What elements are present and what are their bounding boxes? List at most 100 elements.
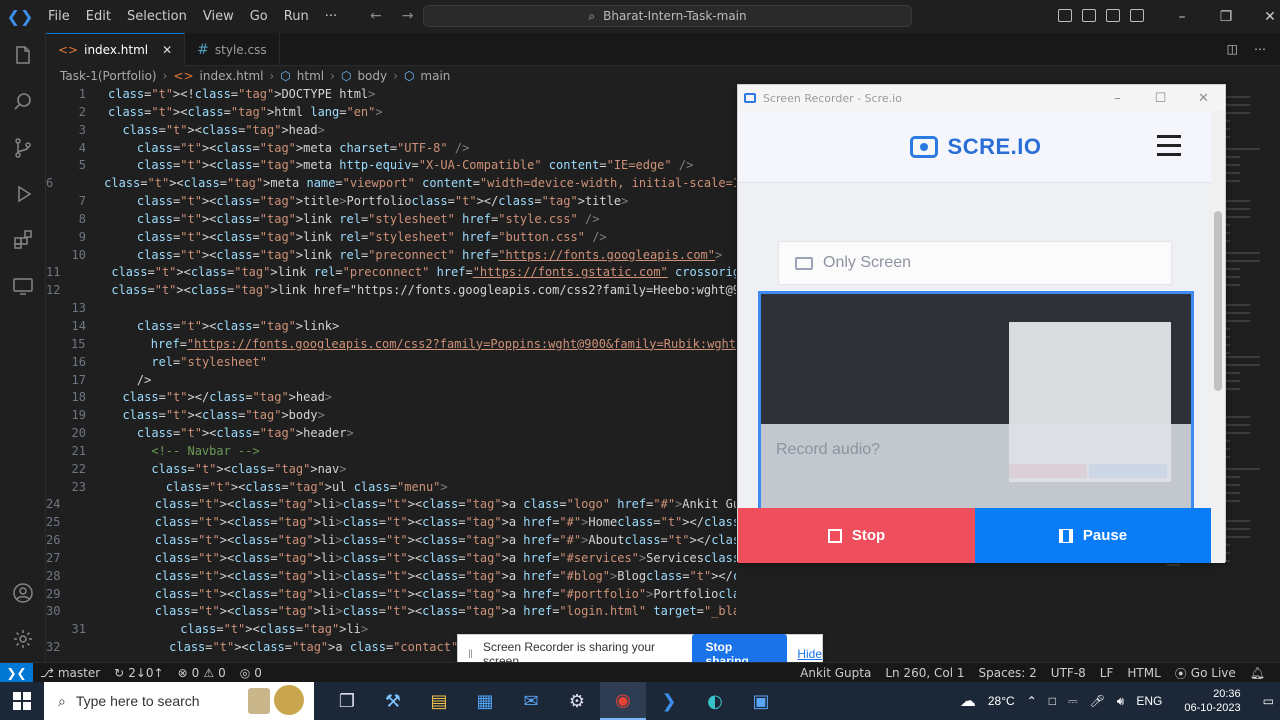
forward-arrow-icon[interactable]: → xyxy=(402,8,414,24)
toggle-panel-icon[interactable] xyxy=(1082,9,1096,22)
code-line[interactable]: 5 class="t"><class="tag">meta http-equiv… xyxy=(46,157,736,175)
code-line[interactable]: 29 class="t"><class="tag">li>class="t"><… xyxy=(46,586,736,604)
weather-cloud-icon[interactable]: ☁ xyxy=(954,691,982,711)
end-of-line[interactable]: LF xyxy=(1093,666,1121,680)
toggle-sidebar-icon[interactable] xyxy=(1058,9,1072,22)
editor-scrollbar[interactable] xyxy=(1266,86,1280,662)
code-line[interactable]: 28 class="t"><class="tag">li>class="t"><… xyxy=(46,568,736,586)
toggle-secondary-sidebar-icon[interactable] xyxy=(1106,9,1120,22)
code-line[interactable]: 1 class="t"><!class="tag">DOCTYPE html> xyxy=(46,86,736,104)
code-line[interactable]: 13 xyxy=(46,300,736,318)
code-line[interactable]: 2 class="t"><class="tag">html lang="en"> xyxy=(46,104,736,122)
recorder-scrollbar[interactable] xyxy=(1211,111,1225,563)
code-line[interactable]: 7 class="t"><class="tag">title>Portfolio… xyxy=(46,193,736,211)
chrome-icon[interactable]: ◉ xyxy=(600,682,646,720)
code-line[interactable]: 23 class="t"><class="tag">ul class="menu… xyxy=(46,479,736,497)
code-line[interactable]: 30 class="t"><class="tag">li>class="t"><… xyxy=(46,603,736,621)
speaker-icon[interactable]: 🔊︎ xyxy=(1111,694,1131,709)
split-editor-icon[interactable]: ◫ xyxy=(1227,42,1238,56)
problems-status[interactable]: ⊗ 0 ⚠ 0 xyxy=(171,666,233,680)
tab-index-html[interactable]: <> index.html ✕ xyxy=(46,33,186,66)
microsoft-store-icon[interactable]: ▦ xyxy=(462,682,508,720)
hide-link[interactable]: Hide xyxy=(797,647,822,661)
language-mode[interactable]: HTML xyxy=(1120,666,1167,680)
drag-handle-icon[interactable]: ‖ xyxy=(468,647,473,661)
code-line[interactable]: 14 class="t"><class="tag">link> xyxy=(46,318,736,336)
run-debug-icon[interactable] xyxy=(0,171,46,217)
scroll-thumb[interactable] xyxy=(1214,211,1222,391)
breadcrumb-main[interactable]: main xyxy=(420,69,450,83)
pause-recording-button[interactable]: Pause xyxy=(975,508,1211,563)
notifications-icon[interactable]: ▭ xyxy=(1257,694,1280,708)
minimize-icon[interactable]: – xyxy=(1160,0,1204,33)
breadcrumb-folder[interactable]: Task-1(Portfolio) xyxy=(60,69,157,83)
code-line[interactable]: 6 class="t"><class="tag">meta name="view… xyxy=(46,175,736,193)
code-line[interactable]: 3 class="t"><class="tag">head> xyxy=(46,122,736,140)
taskbar-search-box[interactable]: ⌕ Type here to search xyxy=(44,682,314,720)
customize-layout-icon[interactable] xyxy=(1130,9,1144,22)
task-view-icon[interactable]: ❐ xyxy=(324,682,370,720)
code-line[interactable]: 9 class="t"><class="tag">link rel="style… xyxy=(46,229,736,247)
chevron-up-icon[interactable]: ⌃ xyxy=(1021,694,1043,708)
breadcrumb-html[interactable]: html xyxy=(297,69,324,83)
screen-recorder-app-icon[interactable]: ▣ xyxy=(738,682,784,720)
input-language[interactable]: ENG xyxy=(1130,694,1168,708)
windows-start-icon[interactable] xyxy=(0,682,44,720)
stop-recording-button[interactable]: Stop xyxy=(738,508,975,563)
indentation[interactable]: Spaces: 2 xyxy=(971,666,1043,680)
explorer-icon[interactable] xyxy=(0,33,46,79)
menu-run[interactable]: Run xyxy=(276,9,317,24)
extensions-icon[interactable] xyxy=(0,217,46,263)
maximize-icon[interactable]: ☐ xyxy=(1139,85,1182,111)
command-center[interactable]: ⌕ Bharat-Intern-Task-main xyxy=(423,5,912,27)
tool-app-icon[interactable]: ⚒ xyxy=(370,682,416,720)
back-arrow-icon[interactable]: ← xyxy=(370,8,382,24)
code-line[interactable]: 18 class="t"></class="tag">head> xyxy=(46,389,736,407)
settings-gear-icon[interactable] xyxy=(0,616,46,662)
menu-go[interactable]: Go xyxy=(242,9,276,24)
source-control-icon[interactable] xyxy=(0,125,46,171)
close-icon[interactable]: ✕ xyxy=(1182,85,1225,111)
minimize-icon[interactable]: – xyxy=(1096,85,1139,111)
code-line[interactable]: 4 class="t"><class="tag">meta charset="U… xyxy=(46,140,736,158)
sync-status[interactable]: ↻ 2↓0↑ xyxy=(107,666,170,680)
remote-explorer-icon[interactable] xyxy=(0,263,46,309)
menu-edit[interactable]: Edit xyxy=(78,9,119,24)
usb-icon[interactable]: ⎓ xyxy=(1062,694,1084,709)
code-editor[interactable]: 1 class="t"><!class="tag">DOCTYPE html> 2 c… xyxy=(46,86,736,662)
go-live-button[interactable]: ⦿ Go Live xyxy=(1168,665,1243,682)
breadcrumb-file[interactable]: index.html xyxy=(200,69,264,83)
file-explorer-icon[interactable]: ▤ xyxy=(416,682,462,720)
code-line[interactable]: 25 class="t"><class="tag">li>class="t"><… xyxy=(46,514,736,532)
menu-selection[interactable]: Selection xyxy=(119,9,195,24)
code-line[interactable]: 17 /> xyxy=(46,372,736,390)
code-line[interactable]: 21 <!-- Navbar --> xyxy=(46,443,736,461)
close-tab-icon[interactable]: ✕ xyxy=(162,43,172,57)
code-line[interactable]: 20 class="t"><class="tag">header> xyxy=(46,425,736,443)
code-line[interactable]: 11 class="t"><class="tag">link rel="prec… xyxy=(46,264,736,282)
edge-icon[interactable]: ◐ xyxy=(692,682,738,720)
code-line[interactable]: 8 class="t"><class="tag">link rel="style… xyxy=(46,211,736,229)
only-screen-option[interactable]: Only Screen xyxy=(778,241,1172,285)
bell-icon[interactable]: 🔔︎ xyxy=(1243,666,1272,680)
settings-gear-icon[interactable]: ⚙ xyxy=(554,682,600,720)
code-line[interactable]: 16 rel="stylesheet" xyxy=(46,354,736,372)
tab-style-css[interactable]: # style.css xyxy=(185,33,280,66)
menu-file[interactable]: File xyxy=(40,9,78,24)
cursor-position[interactable]: Ln 260, Col 1 xyxy=(878,666,971,680)
breadcrumb-body[interactable]: body xyxy=(357,69,387,83)
close-icon[interactable]: ✕ xyxy=(1248,0,1280,33)
code-line[interactable]: 26 class="t"><class="tag">li>class="t"><… xyxy=(46,532,736,550)
more-actions-icon[interactable]: ⋯ xyxy=(1254,42,1266,56)
code-line[interactable]: 15 href="https://fonts.googleapis.com/cs… xyxy=(46,336,736,354)
encoding[interactable]: UTF-8 xyxy=(1044,666,1093,680)
microphone-icon[interactable]: 🎤︎ xyxy=(1084,694,1111,708)
clock[interactable]: 20:36 06-10-2023 xyxy=(1168,687,1256,715)
hamburger-menu-icon[interactable] xyxy=(1157,135,1181,162)
code-line[interactable]: 19 class="t"><class="tag">body> xyxy=(46,407,736,425)
network-icon[interactable]: □ xyxy=(1043,694,1062,708)
mail-icon[interactable]: ✉ xyxy=(508,682,554,720)
code-line[interactable]: 10 class="t"><class="tag">link rel="prec… xyxy=(46,247,736,265)
restore-icon[interactable]: ❐ xyxy=(1204,0,1248,33)
code-line[interactable]: 12 class="t"><class="tag">link href="htt… xyxy=(46,282,736,300)
